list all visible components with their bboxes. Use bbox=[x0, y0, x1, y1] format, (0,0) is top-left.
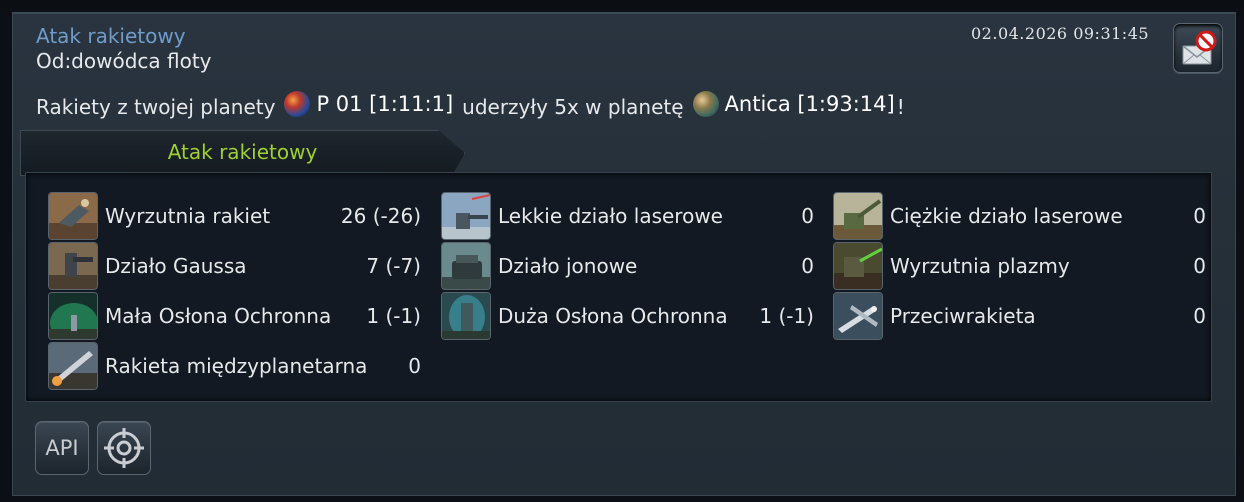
list-item: Wyrzutnia plazmy 0 bbox=[833, 242, 1206, 292]
defense-name: Działo Gaussa bbox=[105, 254, 247, 278]
rocket-launcher-thumbnail bbox=[48, 192, 98, 240]
gauss-cannon-thumbnail bbox=[48, 242, 98, 290]
plasma-launcher-thumbnail bbox=[833, 242, 883, 290]
list-item: Ciężkie działo laserowe 0 bbox=[833, 192, 1206, 242]
large-shield-thumbnail bbox=[441, 292, 491, 340]
defense-name: Wyrzutnia rakiet bbox=[105, 204, 271, 228]
defense-count: 1 (-1) bbox=[759, 304, 814, 328]
api-button-label: API bbox=[45, 436, 79, 460]
defense-count: 0 bbox=[801, 204, 814, 228]
defense-count: 1 (-1) bbox=[366, 304, 421, 328]
summary-text-middle: uderzyły 5x w planetę bbox=[462, 95, 684, 119]
list-item: Działo jonowe 0 bbox=[441, 242, 814, 292]
defense-count: 7 (-7) bbox=[366, 254, 421, 278]
message-date: 02.04.2026 09:31:45 bbox=[971, 24, 1150, 43]
list-item: Duża Osłona Ochronna 1 (-1) bbox=[441, 292, 814, 342]
crosshair-icon bbox=[104, 428, 144, 468]
attack-summary: Rakiety z twojej planety P 01 [1:11:1] u… bbox=[36, 91, 905, 120]
interplanetary-missile-thumbnail bbox=[48, 342, 98, 390]
defense-count: 0 bbox=[801, 254, 814, 278]
message-sender: Od:dowódca floty bbox=[36, 49, 212, 73]
planet-icon bbox=[692, 91, 719, 117]
heavy-laser-thumbnail bbox=[833, 192, 883, 240]
defense-name: Duża Osłona Ochronna bbox=[498, 304, 728, 328]
defense-count: 0 bbox=[1193, 304, 1206, 328]
anti-ballistic-missile-thumbnail bbox=[833, 292, 883, 340]
mail-delete-icon bbox=[1182, 30, 1217, 65]
summary-text-before: Rakiety z twojej planety bbox=[36, 95, 276, 119]
defense-name: Lekkie działo laserowe bbox=[498, 204, 723, 228]
share-target-button[interactable] bbox=[97, 421, 151, 475]
attacker-planet-link[interactable]: P 01 [1:11:1] bbox=[316, 92, 453, 116]
planet-icon bbox=[284, 91, 311, 117]
message-subject: Atak rakietowy bbox=[36, 24, 186, 48]
list-item: Mała Osłona Ochronna 1 (-1) bbox=[48, 292, 421, 342]
list-item: Wyrzutnia rakiet 26 (-26) bbox=[48, 192, 421, 242]
small-shield-thumbnail bbox=[48, 292, 98, 340]
defense-name: Ciężkie działo laserowe bbox=[890, 204, 1123, 228]
list-item: Działo Gaussa 7 (-7) bbox=[48, 242, 421, 292]
window-top-bar bbox=[0, 0, 1244, 8]
defense-count: 0 bbox=[1193, 254, 1206, 278]
defense-name: Mała Osłona Ochronna bbox=[105, 304, 332, 328]
defense-name: Wyrzutnia plazmy bbox=[890, 254, 1070, 278]
ion-cannon-thumbnail bbox=[441, 242, 491, 290]
light-laser-thumbnail bbox=[441, 192, 491, 240]
summary-text-end: ! bbox=[896, 95, 905, 119]
defense-count: 26 (-26) bbox=[340, 204, 421, 228]
defense-name: Rakieta międzyplanetarna bbox=[105, 354, 368, 378]
defense-count: 0 bbox=[1193, 204, 1206, 228]
defense-column-1: Wyrzutnia rakiet 26 (-26) Działo Gaussa … bbox=[48, 192, 421, 392]
tab-missile-attack-label: Atak rakietowy bbox=[167, 140, 318, 164]
defense-column-2: Lekkie działo laserowe 0 Działo jonowe 0… bbox=[441, 192, 814, 342]
list-item: Lekkie działo laserowe 0 bbox=[441, 192, 814, 242]
defense-name: Działo jonowe bbox=[498, 254, 638, 278]
defense-name: Przeciwrakieta bbox=[890, 304, 1036, 328]
defense-count: 0 bbox=[408, 354, 421, 378]
list-item: Rakieta międzyplanetarna 0 bbox=[48, 342, 421, 392]
api-button[interactable]: API bbox=[35, 421, 89, 475]
target-planet-link[interactable]: Antica [1:93:14] bbox=[725, 92, 895, 116]
delete-message-button[interactable] bbox=[1173, 23, 1223, 73]
defense-column-3: Ciężkie działo laserowe 0 Wyrzutnia plaz… bbox=[833, 192, 1206, 342]
list-item: Przeciwrakieta 0 bbox=[833, 292, 1206, 342]
